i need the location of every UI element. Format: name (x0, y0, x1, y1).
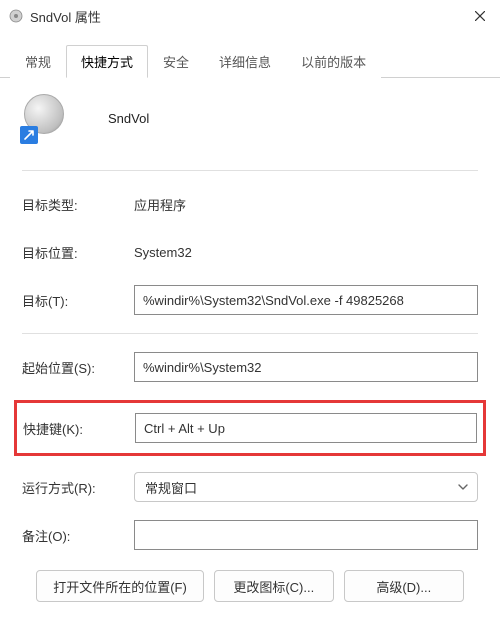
divider (22, 333, 478, 334)
value-target-type: 应用程序 (134, 195, 186, 214)
highlight-annotation: 快捷键(K): (14, 400, 486, 456)
start-in-input[interactable] (134, 352, 478, 382)
row-run: 运行方式(R): 常规窗口 (22, 472, 478, 502)
window-title: SndVol 属性 (30, 7, 460, 26)
titlebar-app-icon (8, 8, 24, 24)
row-comment: 备注(O): (22, 520, 478, 550)
button-row: 打开文件所在的位置(F) 更改图标(C)... 高级(D)... (22, 570, 478, 602)
divider (22, 170, 478, 171)
close-icon (475, 11, 485, 21)
run-select[interactable]: 常规窗口 (134, 472, 478, 502)
advanced-button[interactable]: 高级(D)... (344, 570, 464, 602)
tab-general[interactable]: 常规 (10, 45, 66, 78)
run-select-value: 常规窗口 (145, 478, 197, 497)
row-shortcut-key: 快捷键(K): (23, 413, 477, 443)
label-comment: 备注(O): (22, 526, 134, 545)
titlebar: SndVol 属性 (0, 0, 500, 32)
label-target-type: 目标类型: (22, 195, 134, 214)
value-target-location: System32 (134, 245, 192, 260)
close-button[interactable] (460, 0, 500, 32)
tab-security[interactable]: 安全 (148, 45, 204, 78)
label-run: 运行方式(R): (22, 478, 134, 497)
tab-panel-shortcut: SndVol 目标类型: 应用程序 目标位置: System32 目标(T): … (0, 78, 500, 610)
tab-details[interactable]: 详细信息 (204, 45, 286, 78)
label-start-in: 起始位置(S): (22, 358, 134, 377)
tab-previous-versions[interactable]: 以前的版本 (286, 45, 381, 78)
shortcut-overlay-icon (20, 126, 38, 144)
row-start-in: 起始位置(S): (22, 352, 478, 382)
label-target-location: 目标位置: (22, 243, 134, 262)
row-target-type: 目标类型: 应用程序 (22, 189, 478, 219)
app-icon (24, 94, 72, 142)
label-target: 目标(T): (22, 291, 134, 310)
comment-input[interactable] (134, 520, 478, 550)
tab-shortcut[interactable]: 快捷方式 (66, 45, 148, 78)
app-header: SndVol (22, 94, 478, 142)
shortcut-key-input[interactable] (135, 413, 477, 443)
open-file-location-button[interactable]: 打开文件所在的位置(F) (36, 570, 204, 602)
tab-strip: 常规 快捷方式 安全 详细信息 以前的版本 (0, 44, 500, 78)
chevron-down-icon (458, 484, 468, 490)
row-target-location: 目标位置: System32 (22, 237, 478, 267)
change-icon-button[interactable]: 更改图标(C)... (214, 570, 334, 602)
app-name-label: SndVol (108, 111, 149, 126)
target-input[interactable] (134, 285, 478, 315)
row-target: 目标(T): (22, 285, 478, 315)
label-shortcut-key: 快捷键(K): (23, 419, 135, 438)
